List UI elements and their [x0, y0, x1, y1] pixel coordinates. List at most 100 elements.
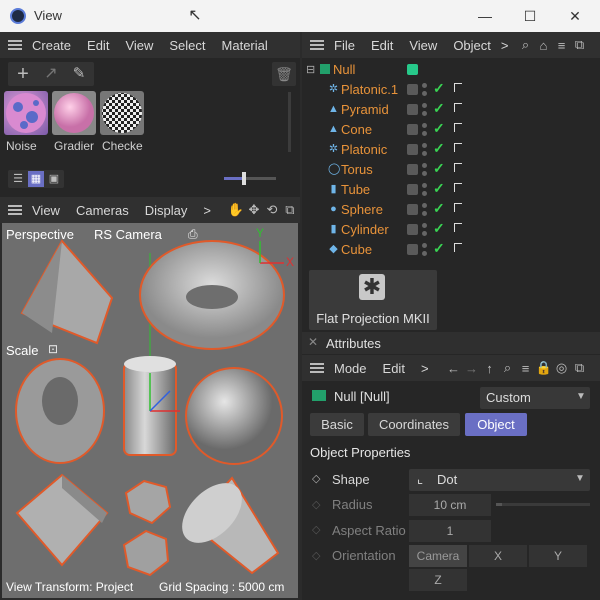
object-name[interactable]: Torus: [341, 162, 373, 177]
visibility-dots[interactable]: [422, 82, 427, 98]
grid-view-icon[interactable]: ▦: [28, 171, 44, 187]
collapse-icon[interactable]: ⊟: [306, 63, 315, 76]
eyedropper-icon[interactable]: ✎: [68, 62, 90, 86]
keyframe-diamond-icon[interactable]: ◇: [312, 472, 320, 485]
object-menu-edit[interactable]: Edit: [371, 38, 393, 53]
object-name[interactable]: Platonic.1: [341, 82, 398, 97]
camera-label[interactable]: RS Camera: [94, 227, 162, 242]
tag-icon[interactable]: [454, 183, 462, 192]
object-row[interactable]: ✲ Platonic.1 ✓: [304, 80, 600, 100]
layer-checkbox[interactable]: [407, 124, 418, 135]
add-material-icon[interactable]: +: [12, 62, 34, 86]
orientation-y[interactable]: Y: [529, 545, 587, 567]
lock-icon[interactable]: 🔒: [535, 360, 553, 376]
enabled-check-icon[interactable]: ✓: [433, 120, 445, 137]
visibility-dots[interactable]: [422, 222, 427, 238]
enabled-check-icon[interactable]: ✓: [433, 100, 445, 117]
object-row-null[interactable]: ⊟ Null: [304, 60, 600, 80]
search-icon[interactable]: ⌕: [516, 37, 534, 53]
preset-dropdown[interactable]: Custom ▼: [480, 387, 590, 409]
enabled-check-icon[interactable]: ✓: [433, 200, 445, 217]
camera-switch-icon[interactable]: ⎙: [188, 227, 198, 242]
platonic1-object[interactable]: [122, 529, 170, 577]
aspect-keyframe-icon[interactable]: ◇: [312, 523, 320, 536]
orientation-z[interactable]: Z: [409, 569, 467, 591]
object-row[interactable]: ● Sphere ✓: [304, 200, 600, 220]
layer-color-swatch[interactable]: [407, 64, 418, 75]
object-name[interactable]: Cylinder: [341, 222, 389, 237]
back-arrow-icon[interactable]: ←: [445, 361, 463, 376]
object-name[interactable]: Pyramid: [341, 102, 389, 117]
layer-checkbox[interactable]: [407, 164, 418, 175]
menu-select[interactable]: Select: [169, 38, 205, 53]
layer-checkbox[interactable]: [407, 224, 418, 235]
delete-material-button[interactable]: 🗑: [272, 62, 296, 86]
viewport-hamburger-icon[interactable]: [8, 205, 22, 215]
radius-input[interactable]: 10 cm: [409, 494, 491, 516]
close-button[interactable]: ✕: [560, 4, 590, 28]
tag-card[interactable]: ✱ Flat Projection MKII: [309, 270, 437, 330]
tag-icon[interactable]: [454, 163, 462, 172]
perspective-label[interactable]: Perspective: [6, 227, 74, 242]
enabled-check-icon[interactable]: ✓: [433, 140, 445, 157]
object-name[interactable]: Platonic: [341, 142, 387, 157]
radius-slider[interactable]: [496, 503, 590, 506]
viewport-menu-more[interactable]: >: [203, 203, 211, 218]
dock-close-icon[interactable]: ✕: [308, 335, 318, 349]
object-name[interactable]: Cone: [341, 122, 372, 137]
tag-icon[interactable]: [454, 143, 462, 152]
new-window-icon[interactable]: ⧉: [570, 37, 588, 53]
pan-hand-icon[interactable]: ✋: [227, 202, 245, 218]
visibility-dots[interactable]: [422, 62, 427, 78]
platonic-object[interactable]: [124, 479, 172, 525]
material-gradient-swatch[interactable]: [52, 91, 96, 135]
up-arrow-icon[interactable]: ↑: [481, 361, 499, 376]
attributes-menu-edit[interactable]: Edit: [383, 361, 405, 376]
viewport-menu-display[interactable]: Display: [145, 203, 188, 218]
tag-icon[interactable]: [454, 203, 462, 212]
list-view-icon[interactable]: ☰: [10, 170, 26, 188]
visibility-dots[interactable]: [422, 242, 427, 258]
tag-icon[interactable]: [454, 243, 462, 252]
object-menu-more[interactable]: >: [501, 38, 509, 53]
attributes-search-icon[interactable]: ⌕: [499, 360, 517, 376]
tab-basic[interactable]: Basic: [310, 413, 364, 436]
object-row[interactable]: ▮ Cylinder ✓: [304, 220, 600, 240]
tag-icon[interactable]: [454, 83, 462, 92]
attributes-filter-icon[interactable]: ≡: [517, 361, 535, 376]
visibility-dots[interactable]: [422, 122, 427, 138]
large-view-icon[interactable]: ▣: [46, 170, 62, 188]
enabled-check-icon[interactable]: ✓: [433, 180, 445, 197]
layer-checkbox[interactable]: [407, 244, 418, 255]
viewport-menu-cameras[interactable]: Cameras: [76, 203, 129, 218]
object-menu-object[interactable]: Object: [453, 38, 491, 53]
viewport-menu-view[interactable]: View: [32, 203, 60, 218]
scale-icon[interactable]: ⊡: [48, 342, 58, 356]
visibility-dots[interactable]: [422, 102, 427, 118]
object-name[interactable]: Cube: [341, 242, 372, 257]
layer-checkbox[interactable]: [407, 184, 418, 195]
attributes-menu-mode[interactable]: Mode: [334, 361, 367, 376]
menu-material[interactable]: Material: [222, 38, 268, 53]
object-row[interactable]: ▮ Tube ✓: [304, 180, 600, 200]
object-name[interactable]: Tube: [341, 182, 370, 197]
orientation-keyframe-icon[interactable]: ◇: [312, 549, 320, 562]
orientation-camera[interactable]: Camera: [409, 545, 467, 567]
menu-view[interactable]: View: [125, 38, 153, 53]
layer-checkbox[interactable]: [407, 84, 418, 95]
tab-object[interactable]: Object: [465, 413, 527, 436]
object-name[interactable]: Sphere: [341, 202, 383, 217]
enabled-check-icon[interactable]: ✓: [433, 80, 445, 97]
target-icon[interactable]: ◎: [553, 360, 571, 376]
object-menu-view[interactable]: View: [409, 38, 437, 53]
visibility-dots[interactable]: [422, 162, 427, 178]
menu-create[interactable]: Create: [32, 38, 71, 53]
tab-coordinates[interactable]: Coordinates: [368, 413, 460, 436]
material-checker-swatch[interactable]: [100, 91, 144, 135]
maximize-button[interactable]: ☐: [515, 4, 545, 28]
object-hamburger-icon[interactable]: [310, 40, 324, 50]
layer-checkbox[interactable]: [407, 144, 418, 155]
visibility-dots[interactable]: [422, 202, 427, 218]
toggle-view-icon[interactable]: ⧉: [281, 202, 299, 218]
object-row[interactable]: ◆ Cube ✓: [304, 240, 600, 260]
